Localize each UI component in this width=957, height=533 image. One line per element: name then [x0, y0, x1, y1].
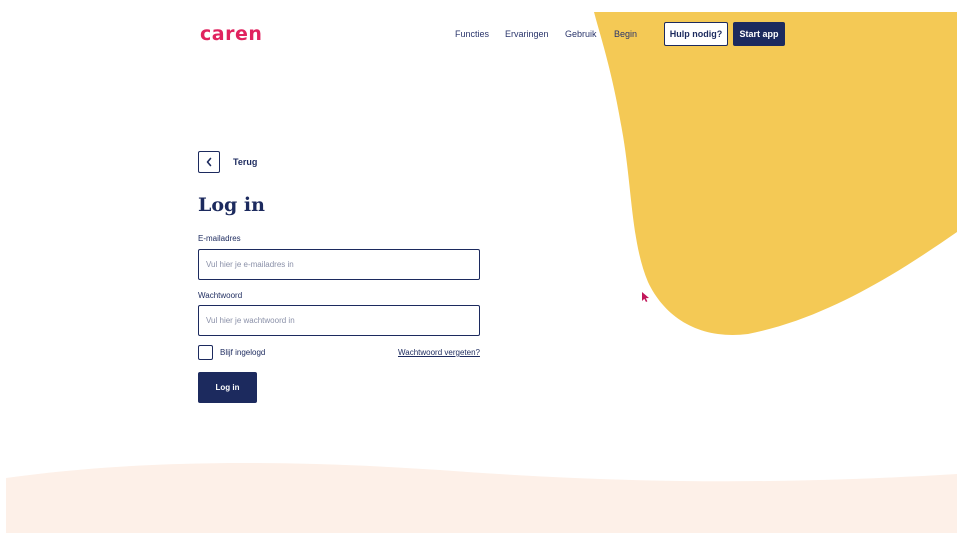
forgot-password-link[interactable]: Wachtwoord vergeten? [398, 348, 480, 357]
start-app-button[interactable]: Start app [733, 22, 785, 46]
bottom-wave [6, 463, 957, 533]
back-link[interactable]: Terug [233, 157, 257, 167]
nav-ervaringen[interactable]: Ervaringen [505, 29, 549, 39]
remember-me-checkbox[interactable] [198, 345, 213, 360]
nav-gebruik[interactable]: Gebruik [565, 29, 597, 39]
page-title: Log in [198, 194, 265, 216]
email-label: E-mailadres [198, 234, 241, 243]
nav-functies[interactable]: Functies [455, 29, 489, 39]
remember-me-label[interactable]: Blijf ingelogd [220, 348, 265, 357]
password-input[interactable] [198, 305, 480, 336]
nav-begin[interactable]: Begin [614, 29, 637, 39]
help-button[interactable]: Hulp nodig? [664, 22, 728, 46]
email-input[interactable] [198, 249, 480, 280]
yellow-blob [594, 12, 957, 335]
login-button[interactable]: Log in [198, 372, 257, 403]
chevron-left-icon [206, 157, 212, 167]
caren-logo[interactable]: caren [200, 23, 262, 45]
password-label: Wachtwoord [198, 291, 243, 300]
mouse-cursor-icon [642, 292, 649, 302]
back-button[interactable] [198, 151, 220, 173]
